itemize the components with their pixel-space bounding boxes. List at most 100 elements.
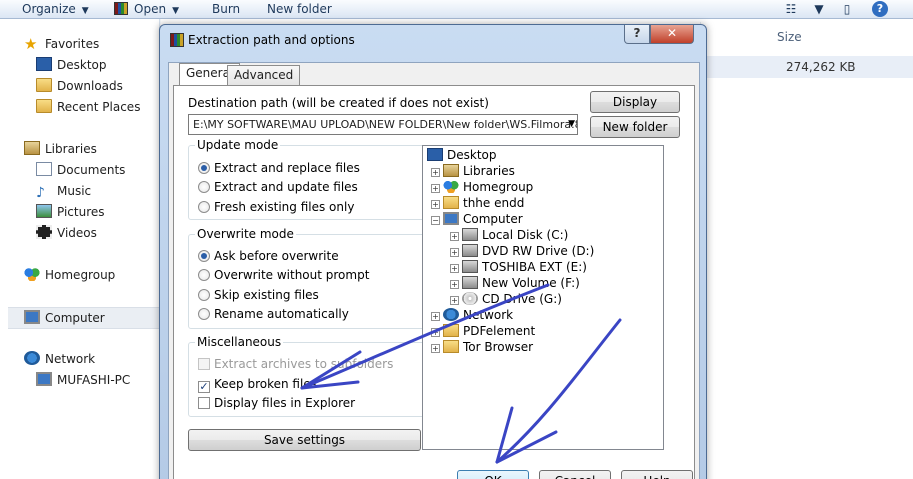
tree-node-local-disk[interactable]: + Local Disk (C:) [450, 227, 568, 243]
radio-icon[interactable] [198, 181, 210, 193]
expand-icon[interactable]: + [431, 344, 440, 353]
tree-node-pdfelement[interactable]: + PDFelement [431, 323, 535, 339]
tree-node-thhe-endd[interactable]: + thhe endd [431, 195, 524, 211]
nav-music[interactable]: ♪ Music [36, 182, 92, 201]
radio-selected-icon[interactable] [198, 162, 210, 174]
expand-icon[interactable]: + [450, 280, 459, 289]
overwrite-option-skip[interactable]: Skip existing files [198, 287, 319, 303]
winrar-icon [170, 33, 184, 47]
nav-homegroup[interactable]: Homegroup [24, 266, 115, 284]
radio-icon[interactable] [198, 308, 210, 320]
radio-icon[interactable] [198, 289, 210, 301]
extract-subfolders-option: Extract archives to subfolders [198, 356, 393, 372]
dialog-client: General Advanced Destination path (will … [168, 62, 700, 479]
nav-computer[interactable]: Computer [24, 309, 105, 327]
tree-node-homegroup[interactable]: + Homegroup [431, 179, 533, 195]
update-mode-group: Update mode Extract and replace files Ex… [188, 138, 425, 220]
size-column-header[interactable]: Size [777, 30, 802, 44]
display-in-explorer-option[interactable]: Display files in Explorer [198, 395, 355, 411]
tree-node-desktop[interactable]: Desktop [427, 147, 497, 163]
update-option-update[interactable]: Extract and update files [198, 179, 358, 195]
cancel-button[interactable]: Cancel [539, 470, 611, 479]
burn-button[interactable]: Burn [212, 1, 240, 18]
pc-icon [36, 372, 52, 386]
view-options-icon[interactable]: ☷ [780, 1, 802, 18]
nav-mufashi-pc[interactable]: MUFASHI-PC [36, 371, 130, 389]
open-button[interactable]: Open ▼ [114, 1, 179, 18]
checkbox-checked-icon[interactable]: ✓ [198, 381, 210, 393]
tree-node-cd-drive[interactable]: + CD Drive (G:) [450, 291, 562, 307]
title-help-button[interactable]: ? [624, 25, 650, 44]
overwrite-option-ask[interactable]: Ask before overwrite [198, 248, 339, 264]
update-option-replace[interactable]: Extract and replace files [198, 160, 360, 176]
nav-pictures[interactable]: Pictures [36, 203, 105, 221]
nav-videos-label: Videos [57, 226, 97, 240]
tree-node-new-volume[interactable]: + New Volume (F:) [450, 275, 580, 291]
save-settings-button[interactable]: Save settings [188, 429, 421, 451]
keep-broken-files-option[interactable]: ✓ Keep broken files [198, 376, 317, 393]
option-label: Ask before overwrite [214, 249, 339, 263]
nav-desktop[interactable]: Desktop [36, 56, 107, 74]
navigation-pane: ★ Favorites Desktop Downloads Recent Plac… [0, 19, 160, 479]
destination-path-combo[interactable]: E:\MY SOFTWARE\MAU UPLOAD\NEW FOLDER\New… [188, 114, 578, 135]
update-option-fresh[interactable]: Fresh existing files only [198, 199, 354, 215]
nav-favorites[interactable]: ★ Favorites [24, 35, 99, 53]
tree-label: Network [463, 308, 514, 322]
view-chevron-icon[interactable]: ▼ [808, 1, 830, 18]
hard-disk-icon [462, 228, 478, 241]
tree-node-tor-browser[interactable]: + Tor Browser [431, 339, 533, 355]
combo-arrow-icon[interactable]: ▼ [568, 115, 575, 134]
checkbox-disabled-icon [198, 358, 210, 370]
overwrite-option-without-prompt[interactable]: Overwrite without prompt [198, 267, 369, 283]
radio-selected-icon[interactable] [198, 250, 210, 262]
expand-icon[interactable]: + [431, 312, 440, 321]
ok-button[interactable]: OK [457, 470, 529, 479]
display-button[interactable]: Display [590, 91, 680, 113]
nav-documents[interactable]: Documents [36, 161, 125, 179]
expand-icon[interactable]: + [431, 168, 440, 177]
burn-label: Burn [212, 2, 241, 16]
option-label: Display files in Explorer [214, 396, 356, 410]
tree-node-network[interactable]: + Network [431, 307, 513, 323]
expand-icon[interactable]: + [450, 232, 459, 241]
radio-icon[interactable] [198, 201, 210, 213]
expand-icon[interactable]: + [450, 248, 459, 257]
tree-node-libraries[interactable]: + Libraries [431, 163, 515, 179]
radio-icon[interactable] [198, 269, 210, 281]
nav-computer-label: Computer [45, 311, 105, 325]
collapse-icon[interactable]: − [431, 216, 440, 225]
winrar-icon [114, 2, 128, 15]
tree-node-toshiba[interactable]: + TOSHIBA EXT (E:) [450, 259, 587, 275]
nav-libraries[interactable]: Libraries [24, 140, 97, 158]
help-icon[interactable]: ? [872, 1, 888, 17]
overwrite-option-rename[interactable]: Rename automatically [198, 306, 349, 322]
destination-label: Destination path (will be created if doe… [188, 96, 489, 110]
new-folder-toolbar-button[interactable]: New folder [267, 1, 332, 18]
desktop-icon [36, 57, 52, 71]
overwrite-mode-title: Overwrite mode [195, 227, 296, 241]
hard-disk-icon [462, 276, 478, 289]
expand-icon[interactable]: + [450, 264, 459, 273]
organize-button[interactable]: Organize ▼ [22, 1, 89, 18]
preview-pane-icon[interactable]: ▯ [836, 1, 858, 18]
chevron-down-icon: ▼ [81, 6, 89, 16]
tab-advanced[interactable]: Advanced [227, 65, 301, 86]
nav-downloads[interactable]: Downloads [36, 77, 123, 95]
nav-videos[interactable]: Videos [36, 224, 97, 242]
nav-music-label: Music [57, 184, 92, 198]
expand-icon[interactable]: + [431, 328, 440, 337]
new-folder-button[interactable]: New folder [590, 116, 680, 138]
tree-node-dvd-rw[interactable]: + DVD RW Drive (D:) [450, 243, 594, 259]
extraction-dialog: Extraction path and options ? ✕ General … [159, 24, 707, 479]
nav-network[interactable]: Network [24, 350, 95, 368]
expand-icon[interactable]: + [450, 296, 459, 305]
expand-icon[interactable]: + [431, 200, 440, 209]
expand-icon[interactable]: + [431, 184, 440, 193]
checkbox-icon[interactable] [198, 397, 210, 409]
nav-recent-places[interactable]: Recent Places [36, 98, 140, 116]
folder-tree[interactable]: Desktop + Libraries + Homegroup + thhe endd… [422, 145, 664, 450]
close-button[interactable]: ✕ [650, 25, 694, 44]
tree-node-computer[interactable]: − Computer [431, 211, 523, 227]
help-button[interactable]: Help [621, 470, 693, 479]
nav-homegroup-label: Homegroup [45, 268, 116, 282]
